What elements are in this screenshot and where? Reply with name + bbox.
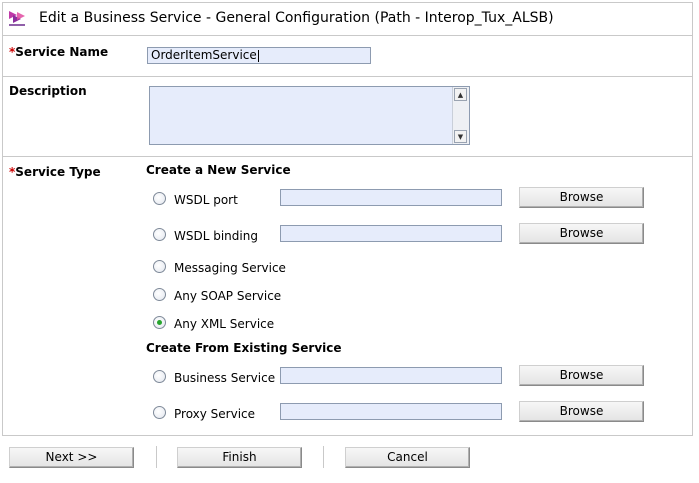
button-separator — [156, 446, 157, 468]
business-service-radio[interactable] — [153, 370, 166, 383]
business-service-label: Business Service — [174, 371, 276, 385]
messaging-service-radio[interactable] — [153, 260, 166, 273]
service-name-value: OrderItemService — [151, 48, 257, 62]
service-name-input[interactable]: OrderItemService — [147, 47, 371, 64]
scroll-up-icon[interactable]: ▲ — [454, 88, 467, 101]
divider — [2, 35, 693, 36]
any-xml-service-label: Any XML Service — [174, 317, 275, 331]
messaging-service-label: Messaging Service — [174, 261, 286, 275]
text-cursor — [257, 49, 259, 62]
wsdl-binding-radio[interactable] — [153, 228, 166, 241]
service-icon — [9, 11, 25, 26]
wsdl-port-label: WSDL port — [174, 193, 238, 207]
service-name-label-text: Service Name — [15, 45, 109, 59]
proxy-service-browse-button[interactable]: Browse — [519, 401, 644, 422]
proxy-service-label: Proxy Service — [174, 407, 256, 421]
description-scrollbar[interactable]: ▲ ▼ — [452, 87, 469, 144]
description-textarea[interactable]: ▲ ▼ — [149, 86, 470, 145]
proxy-service-radio[interactable] — [153, 406, 166, 419]
wsdl-binding-input[interactable] — [280, 225, 502, 242]
service-name-label: *Service Name — [9, 45, 108, 59]
description-label: Description — [9, 84, 87, 98]
any-xml-service-radio[interactable] — [153, 316, 166, 329]
proxy-service-input[interactable] — [280, 403, 502, 420]
wsdl-port-radio[interactable] — [153, 192, 166, 205]
page-title: Edit a Business Service - General Config… — [39, 10, 554, 26]
create-existing-heading: Create From Existing Service — [146, 341, 342, 355]
any-soap-service-label: Any SOAP Service — [174, 289, 282, 303]
divider — [2, 76, 693, 77]
service-type-label: *Service Type — [9, 165, 101, 179]
wsdl-binding-browse-button[interactable]: Browse — [519, 223, 644, 244]
wsdl-binding-label: WSDL binding — [174, 229, 258, 243]
divider — [2, 156, 693, 157]
next-button[interactable]: Next >> — [9, 447, 134, 468]
wsdl-port-browse-button[interactable]: Browse — [519, 187, 644, 208]
create-new-heading: Create a New Service — [146, 163, 291, 177]
scroll-down-icon[interactable]: ▼ — [454, 130, 467, 143]
business-service-input[interactable] — [280, 367, 502, 384]
service-type-label-text: Service Type — [15, 165, 101, 179]
button-separator — [323, 446, 324, 468]
wsdl-port-input[interactable] — [280, 189, 502, 206]
cancel-button[interactable]: Cancel — [345, 447, 470, 468]
business-service-browse-button[interactable]: Browse — [519, 365, 644, 386]
any-soap-service-radio[interactable] — [153, 288, 166, 301]
finish-button[interactable]: Finish — [177, 447, 302, 468]
